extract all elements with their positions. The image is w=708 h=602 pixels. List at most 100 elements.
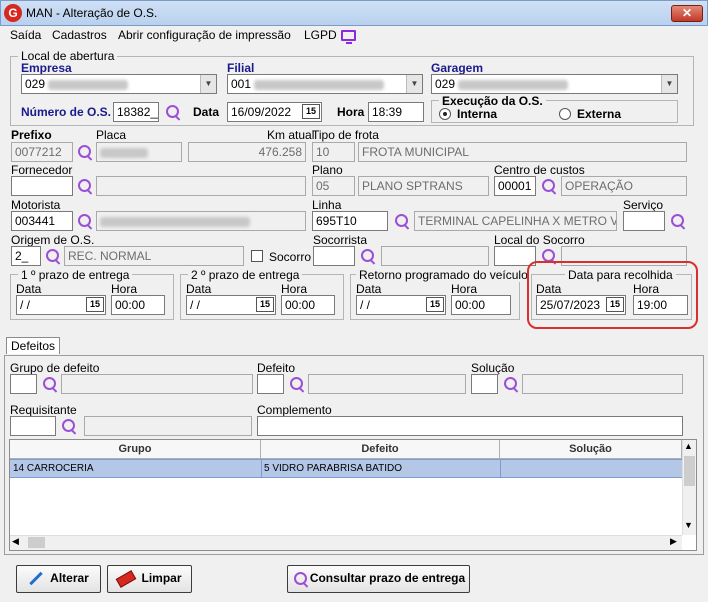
search-icon[interactable]	[76, 177, 94, 195]
prazo2-hora-field[interactable]: 00:00	[281, 295, 335, 315]
recolhida-hora-label: Hora	[633, 282, 660, 296]
motorista-desc	[96, 211, 306, 231]
fornecedor-desc	[96, 176, 306, 196]
garagem-select[interactable]: 029	[431, 74, 678, 94]
menu-saida[interactable]: Saída	[10, 28, 41, 42]
radio-interna[interactable]	[439, 108, 451, 120]
socorro-checkbox[interactable]	[251, 250, 263, 262]
chevron-right-icon[interactable]: ▶	[670, 536, 677, 547]
search-icon[interactable]	[540, 177, 558, 195]
chevron-up-icon[interactable]: ▲	[684, 441, 693, 451]
horizontal-scrollbar[interactable]	[10, 535, 682, 550]
calendar-icon[interactable]: 15	[606, 297, 624, 312]
search-icon[interactable]	[502, 375, 520, 393]
retorno-hora-field[interactable]: 00:00	[451, 295, 511, 315]
table-cell-defeito: 5 VIDRO PARABRISA BATIDO	[264, 463, 402, 474]
table-cell-grupo: 14 CARROCERIA	[13, 463, 94, 474]
search-icon[interactable]	[60, 417, 78, 435]
search-icon[interactable]	[41, 375, 59, 393]
socorrista-label: Socorrista	[313, 233, 368, 247]
prefixo-field[interactable]: 0077212	[11, 142, 73, 162]
prazo2-data-label: Data	[186, 282, 212, 296]
search-icon[interactable]	[76, 143, 94, 161]
requisitante-field[interactable]	[10, 416, 56, 436]
column-header-solucao[interactable]: Solução	[500, 440, 682, 459]
centro-custos-label: Centro de custos	[494, 163, 585, 177]
calendar-icon[interactable]: 15	[426, 297, 444, 312]
execucao-title: Execução da O.S.	[439, 94, 546, 108]
origem-field[interactable]: 2_	[11, 246, 41, 266]
socorro-label: Socorro	[269, 250, 312, 264]
local-socorro-label: Local do Socorro	[494, 233, 585, 247]
search-icon[interactable]	[76, 212, 94, 230]
close-button[interactable]: ✕	[671, 5, 703, 22]
tab-defeitos[interactable]: Defeitos	[6, 337, 61, 354]
empresa-label: Empresa	[21, 61, 72, 75]
servico-field[interactable]	[623, 211, 665, 231]
search-icon	[292, 570, 310, 588]
search-icon[interactable]	[359, 247, 377, 265]
origem-label: Origem de O.S.	[11, 233, 95, 247]
complemento-field[interactable]	[257, 416, 683, 436]
fornecedor-field[interactable]	[11, 176, 73, 196]
solucao-label: Solução	[471, 361, 515, 375]
calendar-icon[interactable]: 15	[302, 104, 320, 119]
defeito-desc	[308, 374, 466, 394]
requisitante-desc	[84, 416, 252, 436]
socorrista-field[interactable]	[313, 246, 355, 266]
hora-os-field[interactable]: 18:39	[368, 102, 424, 122]
empresa-select[interactable]: 029	[21, 74, 217, 94]
prefixo-label: Prefixo	[11, 128, 52, 142]
chevron-down-icon[interactable]: ▼	[406, 75, 422, 93]
km-atual-field: 476.258	[188, 142, 306, 162]
column-header-grupo[interactable]: Grupo	[10, 440, 261, 459]
alterar-label: Alterar	[50, 571, 89, 585]
interna-label: Interna	[457, 107, 498, 121]
chevron-left-icon[interactable]: ◀	[12, 536, 19, 547]
chevron-down-icon[interactable]: ▼	[661, 75, 677, 93]
menu-lgpd[interactable]: LGPD	[304, 28, 337, 42]
column-header-defeito[interactable]: Defeito	[261, 440, 500, 459]
motorista-field[interactable]: 003441	[11, 211, 73, 231]
solucao-field[interactable]	[471, 374, 498, 394]
menu-cadastros[interactable]: Cadastros	[52, 28, 107, 42]
defeito-field[interactable]	[257, 374, 284, 394]
window-title: MAN - Alteração de O.S.	[26, 6, 158, 20]
filial-select[interactable]: 001	[227, 74, 423, 94]
limpar-label: Limpar	[141, 571, 182, 585]
recolhida-hora-field[interactable]: 19:00	[633, 295, 688, 315]
chevron-down-icon[interactable]: ▼	[684, 520, 693, 530]
linha-label: Linha	[312, 198, 342, 212]
search-icon[interactable]	[288, 375, 306, 393]
calendar-icon[interactable]: 15	[86, 297, 104, 312]
search-icon[interactable]	[669, 212, 687, 230]
limpar-button[interactable]: Limpar	[107, 565, 192, 593]
search-icon[interactable]	[393, 212, 411, 230]
consultar-prazo-button[interactable]: Consultar prazo de entrega	[287, 565, 470, 593]
centro-custos-field[interactable]: 00001	[494, 176, 536, 196]
monitor-icon[interactable]	[341, 30, 356, 44]
motorista-label: Motorista	[11, 198, 61, 212]
search-icon[interactable]	[44, 247, 62, 265]
grupo-defeito-label: Grupo de defeito	[10, 361, 100, 375]
cell-divider	[261, 459, 262, 478]
numero-os-field[interactable]: 18382__	[113, 102, 159, 122]
linha-field[interactable]: 695T10	[312, 211, 388, 231]
retorno-title: Retorno programado do veículo	[356, 268, 531, 282]
tipo-frota-label: Tipo de frota	[312, 128, 379, 142]
centro-custos-desc: OPERAÇÃO	[561, 176, 687, 196]
chevron-down-icon[interactable]: ▼	[200, 75, 216, 93]
grupo-defeito-field[interactable]	[10, 374, 37, 394]
scrollbar-thumb-h[interactable]	[28, 537, 45, 548]
calendar-icon[interactable]: 15	[256, 297, 274, 312]
prazo1-hora-field[interactable]: 00:00	[111, 295, 165, 315]
alterar-button[interactable]: Alterar	[16, 565, 101, 593]
km-atual-label: Km atual	[267, 128, 315, 142]
scrollbar-thumb[interactable]	[684, 456, 695, 486]
menu-abrir-config-impressao[interactable]: Abrir configuração de impressão	[118, 28, 291, 42]
prazo1-data-label: Data	[16, 282, 42, 296]
search-icon[interactable]	[164, 103, 182, 121]
prazo2-hora-label: Hora	[281, 282, 308, 296]
recolhida-data-label: Data	[536, 282, 562, 296]
radio-externa[interactable]	[559, 108, 571, 120]
